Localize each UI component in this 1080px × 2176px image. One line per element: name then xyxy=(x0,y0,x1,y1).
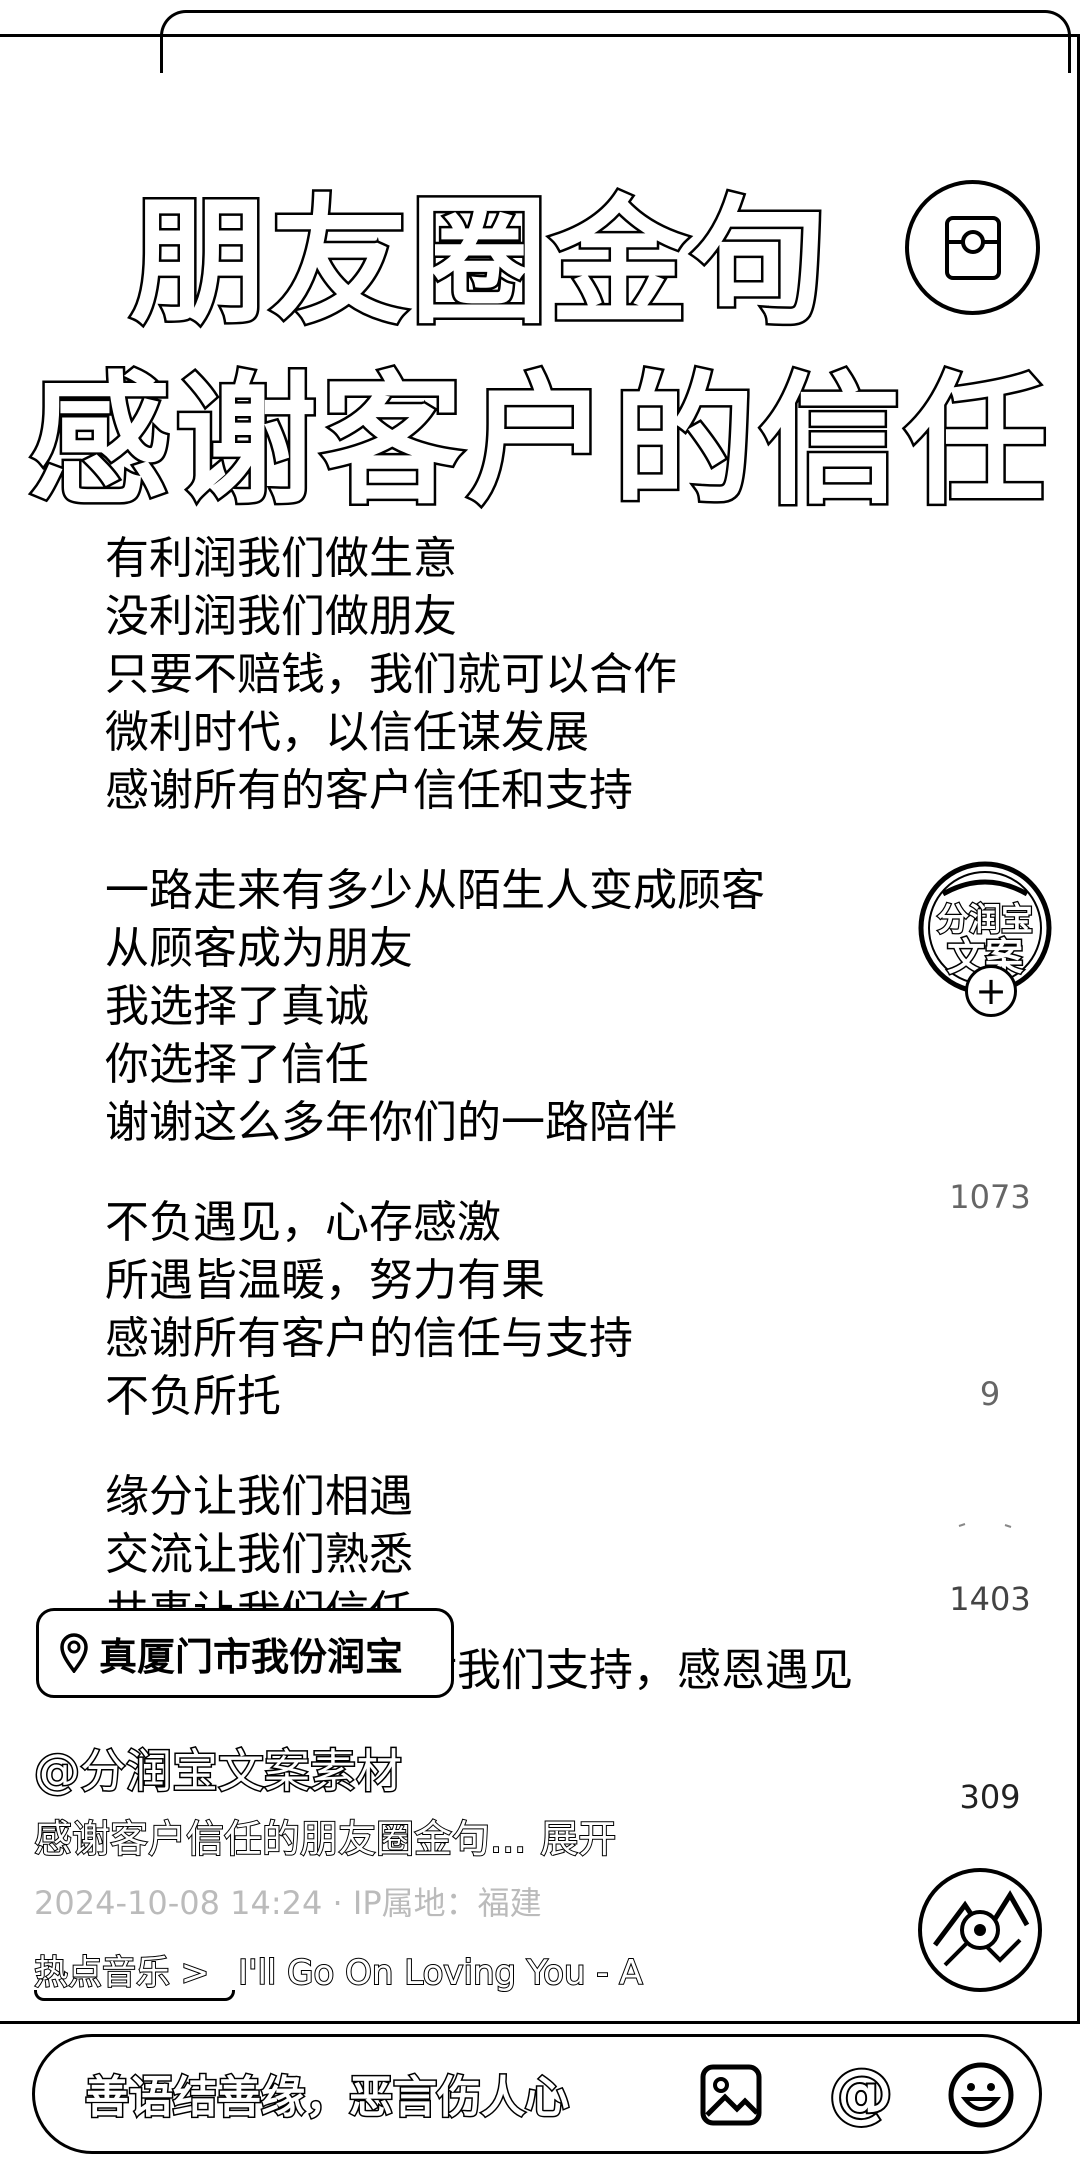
image-icon[interactable] xyxy=(695,2059,767,2131)
comment-count[interactable]: 9 xyxy=(930,1375,1050,1413)
follow-button[interactable]: + xyxy=(965,965,1017,1017)
collect-icon[interactable] xyxy=(955,1520,1015,1530)
poem-line: 感谢所有客户的信任与支持 xyxy=(105,1313,633,1364)
expand-link[interactable]: 展开 xyxy=(539,1816,617,1862)
poem-line: 一路走来有多少从陌生人变成顾客 xyxy=(105,865,765,916)
comment-bar: 善语结善缘，恶言伤人心 @ xyxy=(32,2034,1042,2154)
poem-line: 你选择了信任 xyxy=(105,1039,369,1090)
music-track: I'll Go On Loving You - A xyxy=(237,1952,644,1994)
poem-line: 不负遇见，心存感激 xyxy=(105,1197,501,1248)
poem-line: 没利润我们做朋友 xyxy=(105,591,457,642)
collect-count[interactable]: 1403 xyxy=(930,1580,1050,1618)
comment-input[interactable]: 善语结善缘，恶言伤人心 xyxy=(84,2061,571,2125)
stanza-2: 一路走来有多少从陌生人变成顾客 从顾客成为朋友 我选择了真诚 你选择了信任 谢谢… xyxy=(105,862,925,1152)
poem-line: 有利润我们做生意 xyxy=(105,533,457,584)
location-chip[interactable]: 真厦门市我份润宝 xyxy=(36,1608,454,1698)
poem-line: 感谢所有的客户信任和支持 xyxy=(105,765,633,816)
poem-line: 从顾客成为朋友 xyxy=(105,923,413,974)
emoji-icon[interactable] xyxy=(945,2059,1017,2131)
poem-line: 微利时代，以信任谋发展 xyxy=(105,707,589,758)
poem-line: 交流让我们熟悉 xyxy=(105,1529,413,1580)
poem-line: 谢谢这么多年你们的一路陪伴 xyxy=(105,1097,677,1148)
at-icon[interactable]: @ xyxy=(825,2059,897,2131)
description-text: 感谢客户信任的朋友圈金句... xyxy=(33,1816,527,1862)
poem-line: 只要不赔钱，我们就可以合作 xyxy=(105,649,677,700)
title-line-2: 感谢客户的信任 xyxy=(27,357,1051,527)
location-pin-icon xyxy=(60,1633,88,1673)
location-text: 真厦门市我份润宝 xyxy=(99,1634,404,1679)
stanza-3: 不负遇见，心存感激 所遇皆温暖，努力有果 感谢所有客户的信任与支持 不负所托 xyxy=(105,1194,925,1426)
avatar-text-top: 分润宝 xyxy=(937,900,1033,938)
poem-line: 所遇皆温暖，努力有果 xyxy=(105,1255,545,1306)
author-handle[interactable]: @分润宝文案素材 xyxy=(33,1735,404,1801)
poem-line: 缘分让我们相遇 xyxy=(105,1471,413,1522)
svg-text:@: @ xyxy=(829,2059,893,2131)
like-count[interactable]: 1073 xyxy=(930,1178,1050,1216)
plus-icon: + xyxy=(975,969,1007,1013)
poem-line: 不负所托 xyxy=(105,1371,281,1422)
music-disc-icon[interactable] xyxy=(915,1865,1045,1995)
share-count[interactable]: 309 xyxy=(930,1778,1050,1816)
music-tag-outline xyxy=(34,1990,235,2001)
music-label[interactable]: 热点音乐 > xyxy=(33,1952,210,1994)
post-description: 感谢客户信任的朋友圈金句... 展开 xyxy=(33,1808,617,1863)
title-line-1: 朋友圈金句 xyxy=(127,180,830,346)
post-meta: 2024-10-08 14:24 · IP属地：福建 xyxy=(34,1884,542,1922)
poem-text: 有利润我们做生意 没利润我们做朋友 只要不赔钱，我们就可以合作 微利时代，以信任… xyxy=(105,530,925,1742)
poem-line: 我选择了真诚 xyxy=(105,981,369,1032)
music-row[interactable]: 热点音乐 > I'll Go On Loving You - A xyxy=(33,1945,644,1994)
stanza-1: 有利润我们做生意 没利润我们做朋友 只要不赔钱，我们就可以合作 微利时代，以信任… xyxy=(105,530,925,820)
badge-icon xyxy=(905,180,1040,315)
